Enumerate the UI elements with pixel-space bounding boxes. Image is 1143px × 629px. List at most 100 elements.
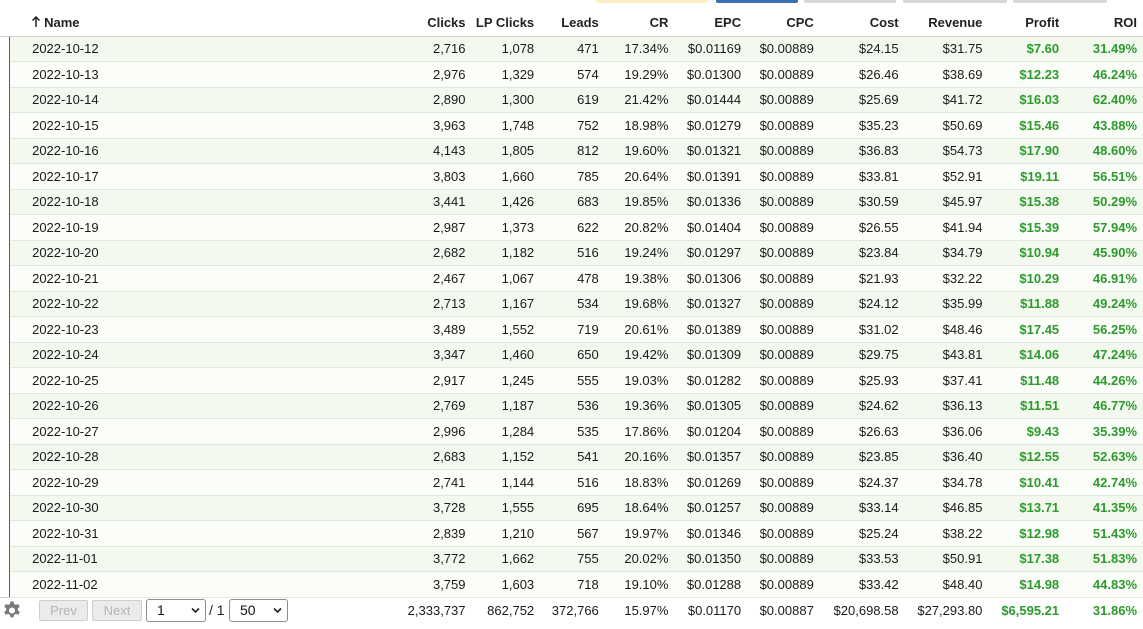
cell-profit: $15.38 xyxy=(988,189,1066,215)
cell-cpc: $0.00889 xyxy=(747,189,820,215)
table-row[interactable]: 2022-10-21 2,467 1,067 478 19.38% $0.013… xyxy=(0,265,1143,292)
table-row[interactable]: 2022-11-01 3,772 1,662 755 20.02% $0.013… xyxy=(0,546,1143,572)
table-row[interactable]: 2022-10-31 2,839 1,210 567 19.97% $0.013… xyxy=(0,520,1143,547)
table-row[interactable]: 2022-10-18 3,441 1,426 683 19.85% $0.013… xyxy=(0,189,1143,215)
table-row[interactable]: 2022-10-28 2,683 1,152 541 20.16% $0.013… xyxy=(0,444,1143,470)
next-page-button[interactable]: Next xyxy=(92,599,142,621)
cell-name: 2022-10-30 xyxy=(10,495,386,521)
cell-profit: $17.45 xyxy=(988,316,1066,343)
cell-roi: 46.77% xyxy=(1065,393,1143,419)
cell-cpc: $0.00889 xyxy=(747,240,820,266)
cell-cost: $33.42 xyxy=(819,571,905,598)
cell-cost: $26.46 xyxy=(819,61,905,88)
cell-name: 2022-10-27 xyxy=(10,418,386,445)
cell-leads: 555 xyxy=(540,367,605,394)
column-header-cost[interactable]: Cost xyxy=(819,9,905,37)
cell-roi: 56.25% xyxy=(1065,316,1143,343)
cell-profit: $7.60 xyxy=(988,36,1066,62)
cell-roi: 44.26% xyxy=(1065,367,1143,394)
page-select[interactable]: 1 xyxy=(146,598,206,622)
cell-clicks: 3,759 xyxy=(385,571,472,598)
cell-clicks: 4,143 xyxy=(385,138,472,164)
cell-name: 2022-10-23 xyxy=(10,316,386,343)
cell-leads: 619 xyxy=(540,87,605,113)
column-header-roi[interactable]: ROI xyxy=(1065,9,1143,37)
cell-roi: 31.49% xyxy=(1065,36,1143,62)
toolbar-tab-active[interactable] xyxy=(716,0,798,3)
column-header-name[interactable]: Name xyxy=(10,9,386,37)
cell-roi: 51.83% xyxy=(1065,546,1143,572)
cell-cr: 19.85% xyxy=(604,189,675,215)
table-row[interactable]: 2022-10-24 3,347 1,460 650 19.42% $0.013… xyxy=(0,342,1143,368)
cell-profit: $15.46 xyxy=(988,112,1066,139)
total-epc: $0.01170 xyxy=(674,596,748,624)
column-header-revenue[interactable]: Revenue xyxy=(904,9,989,37)
table-row[interactable]: 2022-10-27 2,996 1,284 535 17.86% $0.012… xyxy=(0,418,1143,445)
cell-cpc: $0.00889 xyxy=(747,367,820,394)
column-header-epc[interactable]: EPC xyxy=(674,9,748,37)
pagination-bar: Prev Next 1 / 1 50 xyxy=(0,596,386,624)
cell-clicks: 2,987 xyxy=(385,214,472,241)
totals-row: Prev Next 1 / 1 50 2,333,737 862,752 372… xyxy=(0,596,1143,624)
table-row[interactable]: 2022-10-23 3,489 1,552 719 20.61% $0.013… xyxy=(0,316,1143,343)
cell-cr: 17.86% xyxy=(604,418,675,445)
row-indicator xyxy=(0,418,11,444)
cell-cr: 20.02% xyxy=(604,546,675,572)
table-row[interactable]: 2022-10-15 3,963 1,748 752 18.98% $0.012… xyxy=(0,112,1143,139)
cell-name: 2022-10-14 xyxy=(10,87,386,113)
cell-name: 2022-10-26 xyxy=(10,393,386,419)
column-header-cpc[interactable]: CPC xyxy=(747,9,820,37)
cell-clicks: 3,347 xyxy=(385,342,472,368)
cell-clicks: 2,683 xyxy=(385,444,472,470)
column-header-profit[interactable]: Profit xyxy=(988,9,1066,37)
table-row[interactable]: 2022-10-13 2,976 1,329 574 19.29% $0.013… xyxy=(0,61,1143,88)
table-row[interactable]: 2022-10-29 2,741 1,144 516 18.83% $0.012… xyxy=(0,469,1143,496)
cell-revenue: $48.46 xyxy=(904,316,989,343)
cell-cpc: $0.00889 xyxy=(747,342,820,368)
prev-page-button[interactable]: Prev xyxy=(39,599,88,621)
table-row[interactable]: 2022-10-12 2,716 1,078 471 17.34% $0.011… xyxy=(0,36,1143,62)
column-header-leads[interactable]: Leads xyxy=(540,9,605,37)
toolbar-tab[interactable] xyxy=(804,0,896,3)
cell-cr: 18.83% xyxy=(604,469,675,496)
cell-roi: 52.63% xyxy=(1065,444,1143,470)
cell-leads: 574 xyxy=(540,61,605,88)
cell-revenue: $45.97 xyxy=(904,189,989,215)
total-revenue: $27,293.80 xyxy=(904,596,989,624)
cell-cost: $21.93 xyxy=(819,265,905,292)
table-row[interactable]: 2022-10-25 2,917 1,245 555 19.03% $0.012… xyxy=(0,367,1143,394)
table-row[interactable]: 2022-11-02 3,759 1,603 718 19.10% $0.012… xyxy=(0,571,1143,598)
table-row[interactable]: 2022-10-14 2,890 1,300 619 21.42% $0.014… xyxy=(0,87,1143,113)
cell-profit: $19.11 xyxy=(988,163,1066,190)
chevron-down-icon xyxy=(191,607,200,613)
table-row[interactable]: 2022-10-20 2,682 1,182 516 19.24% $0.012… xyxy=(0,240,1143,266)
table-row[interactable]: 2022-10-22 2,713 1,167 534 19.68% $0.013… xyxy=(0,291,1143,317)
column-header-cr[interactable]: CR xyxy=(604,9,675,37)
cell-revenue: $50.91 xyxy=(904,546,989,572)
table-row[interactable]: 2022-10-17 3,803 1,660 785 20.64% $0.013… xyxy=(0,163,1143,190)
table-row[interactable]: 2022-10-19 2,987 1,373 622 20.82% $0.014… xyxy=(0,214,1143,241)
table-row[interactable]: 2022-10-30 3,728 1,555 695 18.64% $0.012… xyxy=(0,495,1143,521)
table-row[interactable]: 2022-10-26 2,769 1,187 536 19.36% $0.013… xyxy=(0,393,1143,419)
cell-epc: $0.01321 xyxy=(674,138,748,164)
toolbar-tab[interactable] xyxy=(1013,0,1107,3)
cell-revenue: $54.73 xyxy=(904,138,989,164)
cell-profit: $12.98 xyxy=(988,520,1066,547)
cell-lp-clicks: 1,067 xyxy=(471,265,541,292)
page-size-select[interactable]: 50 xyxy=(229,598,288,622)
cell-clicks: 3,441 xyxy=(385,189,472,215)
cell-profit: $11.88 xyxy=(988,291,1066,317)
cell-cost: $25.24 xyxy=(819,520,905,547)
page-select-value: 1 xyxy=(157,601,165,618)
cell-cpc: $0.00889 xyxy=(747,546,820,572)
cell-cost: $24.37 xyxy=(819,469,905,496)
toolbar-tab-highlight[interactable] xyxy=(596,0,708,3)
toolbar-tab[interactable] xyxy=(903,0,1007,3)
cell-profit: $17.38 xyxy=(988,546,1066,572)
table-row[interactable]: 2022-10-16 4,143 1,805 812 19.60% $0.013… xyxy=(0,138,1143,164)
report-table-view: Name Clicks LP Clicks Leads CR EPC CPC C… xyxy=(0,0,1143,629)
column-header-lp-clicks[interactable]: LP Clicks xyxy=(471,9,541,37)
column-header-clicks[interactable]: Clicks xyxy=(385,9,472,37)
gear-icon[interactable] xyxy=(1,600,23,622)
cell-revenue: $41.72 xyxy=(904,87,989,113)
